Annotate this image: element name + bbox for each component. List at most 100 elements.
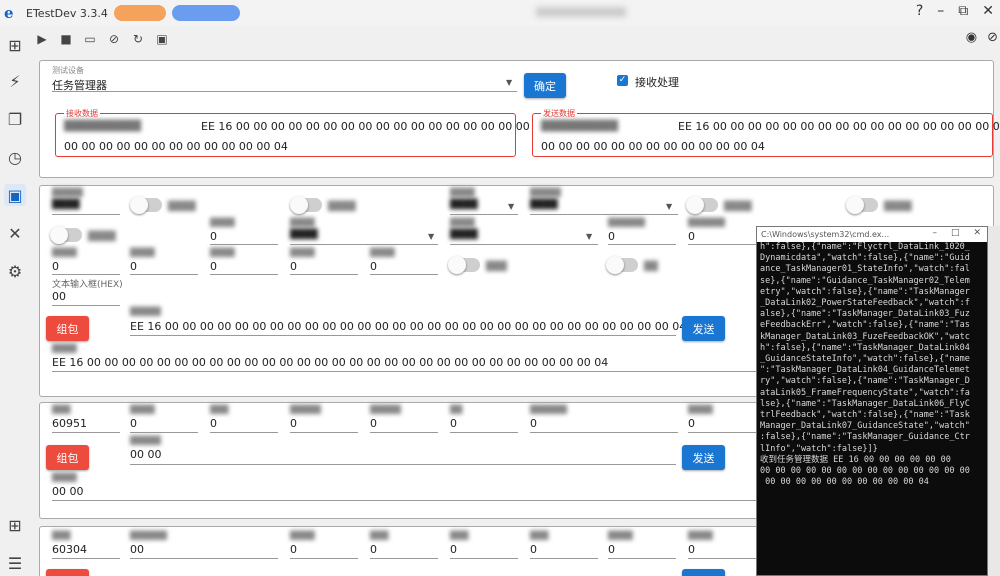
eye-icon[interactable]: ◉: [966, 30, 977, 45]
cmd-output: h":false},{"name":"Flyctrl_DataLink_1020…: [757, 242, 987, 575]
numeric-field[interactable]: 0: [370, 417, 377, 430]
numeric-field[interactable]: 0: [530, 417, 537, 430]
send-button[interactable]: 发送: [682, 316, 725, 341]
pack-button[interactable]: [46, 569, 89, 576]
sidebar-copy-icon[interactable]: ❐: [4, 108, 26, 130]
numeric-field[interactable]: 0: [210, 417, 217, 430]
toggle-label-6-blurred: ███: [486, 262, 507, 272]
send-data-box[interactable]: 发送数据 ██████████ EE 16 00 00 00 00 00 00 …: [532, 108, 1000, 157]
field-underline: [130, 274, 198, 275]
packet-field[interactable]: EE 16 00 00 00 00 00 00 00 00 00 00 00 0…: [130, 320, 686, 333]
toggle-switch-4[interactable]: [846, 196, 878, 214]
hex-input-label: 文本输入框(HEX): [52, 280, 123, 290]
cmd-title-bar[interactable]: C:\Windows\system32\cmd.ex... – □ ✕: [757, 227, 987, 242]
video-icon[interactable]: ▭: [78, 32, 102, 46]
numeric-field[interactable]: 0: [688, 543, 695, 556]
numeric-field[interactable]: 0: [370, 543, 377, 556]
field-underline: [52, 305, 120, 306]
select-value-blurred[interactable]: ████: [290, 230, 318, 240]
numeric-field[interactable]: 0: [688, 417, 695, 430]
numeric-field[interactable]: 0: [688, 230, 695, 243]
numeric-field[interactable]: 0: [290, 417, 297, 430]
status-badge-blue[interactable]: [171, 5, 240, 21]
numeric-field[interactable]: 0: [290, 260, 297, 273]
cmd-output-line: ry","watch":false},{"name":"TaskManager_…: [760, 376, 970, 387]
toggle-switch-5[interactable]: [50, 226, 82, 244]
play-icon[interactable]: ▶: [30, 32, 54, 46]
select-value-blurred[interactable]: ████: [450, 200, 478, 210]
toggle-switch-7[interactable]: [606, 256, 638, 274]
sidebar-tree-icon[interactable]: ⊞: [4, 34, 26, 56]
select-label-blurred: █████: [530, 188, 561, 197]
chevron-down-icon[interactable]: ▼: [428, 232, 434, 241]
pack-button[interactable]: 组包: [46, 445, 89, 470]
numeric-field[interactable]: 0: [450, 543, 457, 556]
numeric-field[interactable]: 0: [210, 260, 217, 273]
hex-input[interactable]: 00: [52, 290, 66, 303]
sidebar-monitor-icon[interactable]: ▣: [4, 184, 26, 206]
confirm-button[interactable]: 确定: [524, 73, 566, 98]
help-icon[interactable]: ?: [916, 3, 923, 19]
toggle-switch-3[interactable]: [686, 196, 718, 214]
scrollbar[interactable]: [988, 226, 1000, 576]
sidebar-tools-icon[interactable]: ✕: [4, 222, 26, 244]
field-label-blurred: ██████: [688, 218, 725, 227]
chevron-down-icon[interactable]: ▼: [506, 78, 512, 87]
sidebar-plug-icon[interactable]: ⚡: [4, 70, 26, 92]
toggle-switch-2[interactable]: [290, 196, 322, 214]
numeric-field[interactable]: 0: [370, 260, 377, 273]
cmd-maximize-button[interactable]: □: [951, 228, 960, 238]
field-underline: [370, 558, 438, 559]
eye-off-icon[interactable]: ⊘: [987, 30, 998, 45]
field-underline: [290, 274, 358, 275]
status-badge-orange[interactable]: [113, 5, 166, 21]
field-label-blurred: █████: [290, 405, 321, 414]
result-label-blurred: ████: [52, 344, 77, 353]
numeric-field[interactable]: 0: [52, 260, 59, 273]
numeric-field[interactable]: 0: [530, 543, 537, 556]
chevron-down-icon[interactable]: ▼: [508, 202, 514, 211]
maximize-button[interactable]: ⧉: [958, 3, 968, 19]
receive-process-checkbox[interactable]: ✓: [617, 75, 628, 86]
numeric-field[interactable]: 0: [450, 417, 457, 430]
numeric-field[interactable]: 0: [608, 230, 615, 243]
stop-icon[interactable]: ■: [54, 32, 78, 46]
numeric-field[interactable]: 60951: [52, 417, 87, 430]
field-label-blurred: ███: [530, 531, 549, 540]
pack-button[interactable]: 组包: [46, 316, 89, 341]
numeric-field[interactable]: 0: [130, 417, 137, 430]
field-label-blurred: ████: [290, 531, 315, 540]
chevron-down-icon[interactable]: ▼: [666, 202, 672, 211]
select-value-blurred[interactable]: ████: [450, 230, 478, 240]
numeric-field[interactable]: 60304: [52, 543, 87, 556]
field-label-blurred: ████: [130, 248, 155, 257]
receive-data-box[interactable]: 接收数据 ██████████ EE 16 00 00 00 00 00 00 …: [55, 108, 547, 157]
numeric-field[interactable]: 00: [130, 543, 144, 556]
toggle-switch-6[interactable]: [448, 256, 480, 274]
numeric-field[interactable]: 0: [130, 260, 137, 273]
close-button[interactable]: ✕: [982, 3, 994, 19]
chevron-down-icon[interactable]: ▼: [586, 232, 592, 241]
field-underline: [290, 432, 358, 433]
field-label-blurred: ████: [52, 248, 77, 257]
title-bar: e ETestDev 3.3.4 ? – ⧉ ✕: [0, 0, 1000, 26]
send-button[interactable]: 发送: [682, 445, 725, 470]
numeric-field[interactable]: 0: [290, 543, 297, 556]
numeric-field[interactable]: 0: [210, 230, 217, 243]
minimize-button[interactable]: –: [937, 3, 944, 19]
sidebar-menu-icon[interactable]: ☰: [4, 552, 26, 574]
select-value-blurred[interactable]: ████: [530, 200, 558, 210]
sidebar-settings-icon[interactable]: ⚙: [4, 260, 26, 282]
refresh-icon[interactable]: ↻: [126, 32, 150, 46]
video-off-icon[interactable]: ⊘: [102, 32, 126, 46]
cmd-window[interactable]: C:\Windows\system32\cmd.ex... – □ ✕ h":f…: [756, 226, 988, 576]
toggle-switch-1[interactable]: [130, 196, 162, 214]
sidebar-apps-icon[interactable]: ⊞: [4, 514, 26, 536]
send-button[interactable]: [682, 569, 725, 576]
numeric-field[interactable]: 0: [608, 543, 615, 556]
cmd-minimize-button[interactable]: –: [932, 228, 937, 238]
monitor-icon[interactable]: ▣: [150, 32, 174, 46]
cmd-close-button[interactable]: ✕: [973, 228, 981, 238]
sidebar-history-icon[interactable]: ◷: [4, 146, 26, 168]
packet-field[interactable]: 00 00: [130, 448, 162, 461]
